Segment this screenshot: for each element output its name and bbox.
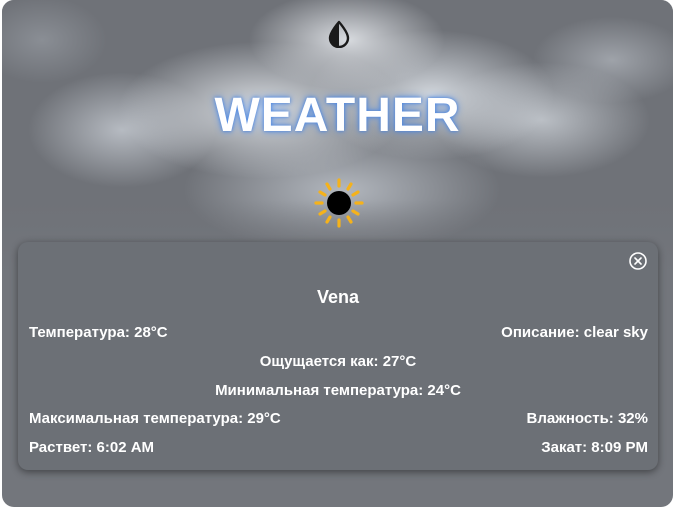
weather-app: WEATHER Vena Температура: 28°C Описание:… <box>2 0 673 507</box>
humidity-text: Влажность: 32% <box>526 410 648 427</box>
min-temperature-text: Минимальная температура: 24°C <box>215 382 461 399</box>
temperature-text: Температура: 28°C <box>29 324 168 341</box>
contrast-drop-icon[interactable] <box>327 20 351 49</box>
sun-icon <box>313 177 365 229</box>
city-name: Vena <box>316 287 360 307</box>
description-text: Описание: clear sky <box>501 324 648 341</box>
weather-card: Vena Температура: 28°C Описание: clear s… <box>18 242 658 470</box>
max-temperature-text: Максимальная температура: 29°C <box>29 410 281 427</box>
close-icon[interactable] <box>629 252 647 270</box>
app-title: WEATHER <box>214 89 461 142</box>
feels-like-text: Ощущается как: 27°C <box>259 353 417 370</box>
sunrise-text: Раствет: 6:02 AM <box>29 439 155 456</box>
sunset-text: Закат: 8:09 PM <box>541 439 648 456</box>
